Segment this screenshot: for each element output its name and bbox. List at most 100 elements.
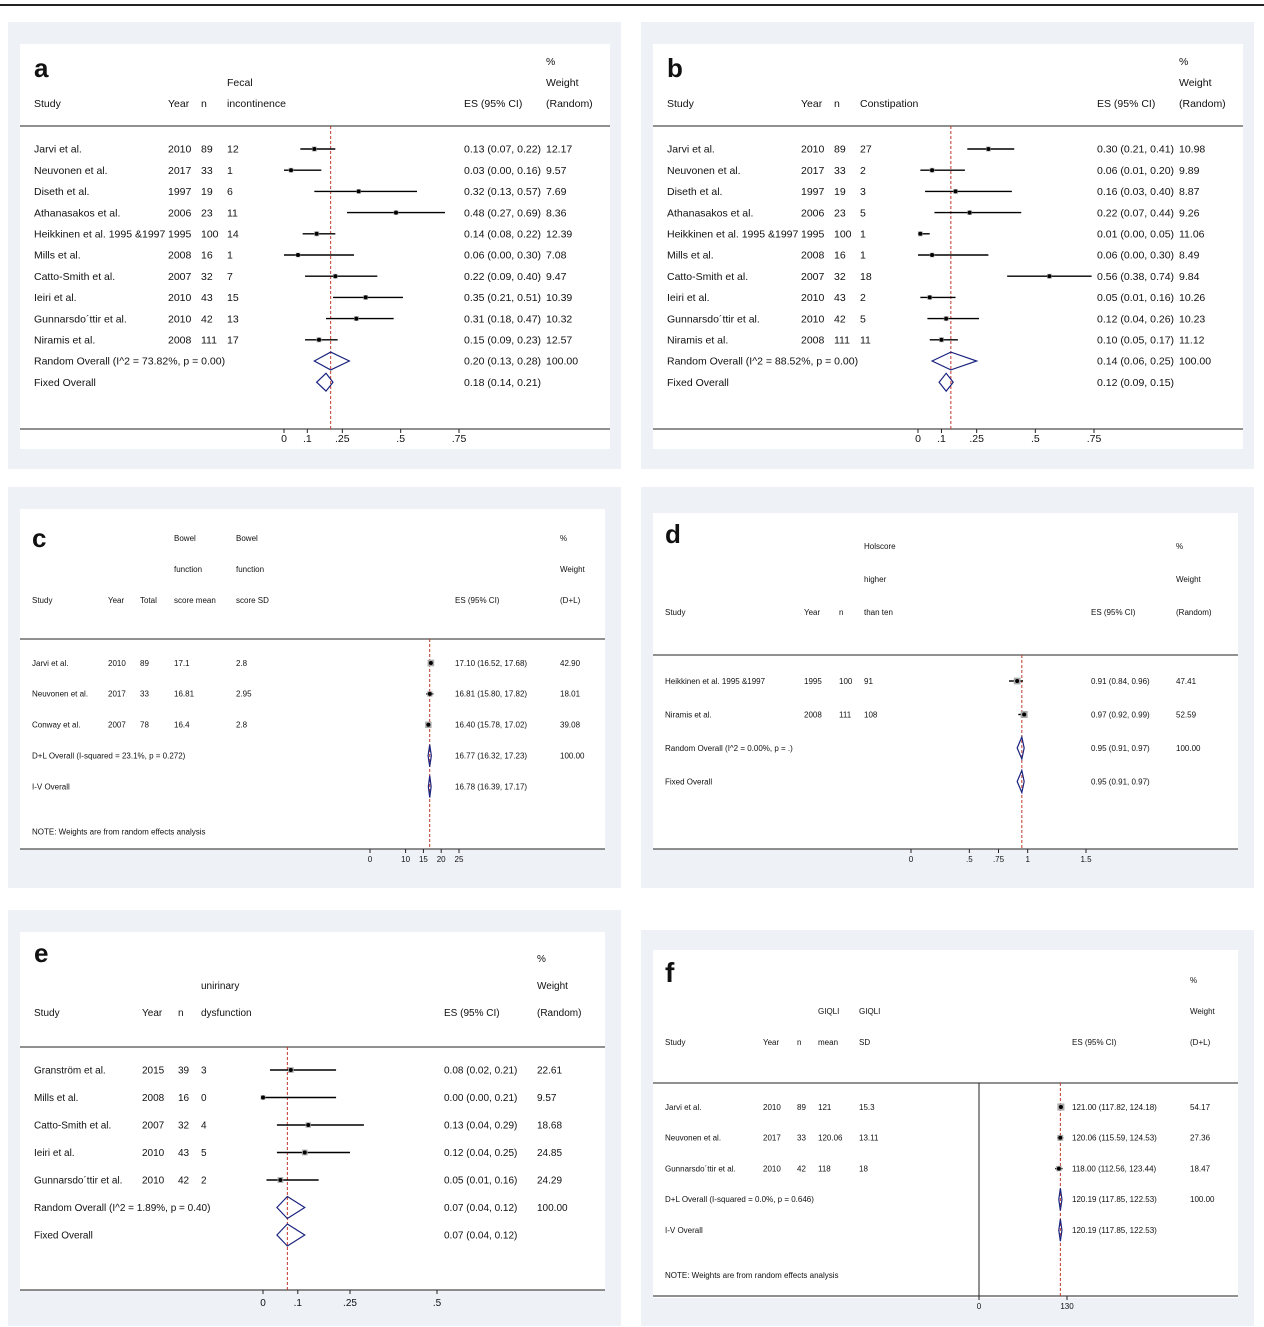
- study-weight: 11.12: [1179, 334, 1205, 346]
- axis-tick-label: 10: [401, 855, 410, 864]
- header-n: Total: [140, 596, 157, 605]
- study-es: 0.35 (0.21, 0.51): [464, 292, 541, 304]
- header-weight: Weight: [546, 77, 579, 89]
- study-year: 2008: [168, 250, 192, 262]
- study-year: 2008: [804, 710, 822, 719]
- header-measure-2: function: [236, 565, 264, 574]
- overall-es: 16.77 (16.32, 17.23): [455, 752, 527, 761]
- axis-tick-label: 0: [368, 855, 373, 864]
- study-value: 17.1: [174, 659, 190, 668]
- header-measure: function: [174, 565, 202, 574]
- study-value: 11: [227, 207, 238, 219]
- axis-tick-label: 0: [909, 855, 914, 864]
- study-n: 78: [140, 721, 149, 730]
- header-year: Year: [168, 98, 190, 110]
- study-es: 0.91 (0.84, 0.96): [1091, 677, 1150, 686]
- study-value: 5: [860, 313, 866, 325]
- study-year: 1995: [804, 677, 822, 686]
- study-year: 2010: [142, 1176, 165, 1187]
- study-es: 0.10 (0.05, 0.17): [1097, 334, 1174, 346]
- study-weight: 9.57: [537, 1093, 557, 1104]
- study-name: Ieiri et al.: [34, 292, 77, 304]
- overall-label: Fixed Overall: [665, 777, 712, 786]
- study-year: 2007: [168, 271, 192, 283]
- study-year: 2017: [763, 1134, 781, 1143]
- study-n: 42: [834, 313, 846, 325]
- header-weight: (Random): [1179, 98, 1226, 110]
- study-name: Mills et al.: [667, 250, 714, 262]
- weights-note: NOTE: Weights are from random effects an…: [32, 827, 206, 836]
- study-name: Jarvi et al.: [665, 1103, 701, 1112]
- header-year: Year: [108, 596, 125, 605]
- study-n: 42: [178, 1176, 190, 1187]
- point-estimate: [261, 1095, 265, 1100]
- study-n: 16: [178, 1093, 190, 1104]
- overall-es: 0.95 (0.91, 0.97): [1091, 744, 1150, 753]
- study-n: 89: [201, 144, 213, 156]
- study-weight: 9.84: [1179, 271, 1200, 283]
- study-name: Niramis et al.: [667, 334, 728, 346]
- study-n: 100: [201, 228, 219, 240]
- study-weight: 8.49: [1179, 250, 1200, 262]
- axis-tick-label: .25: [969, 433, 984, 445]
- study-weight: 18.01: [560, 690, 581, 699]
- axis-tick-label: .5: [1031, 433, 1040, 445]
- forest-plot-svg: b Study Year n Constipation ES (95% CI)% Weigh…: [653, 44, 1243, 449]
- study-name: Gunnarsdo´ttir et al.: [665, 1164, 736, 1173]
- header-measure: incontinence: [227, 98, 286, 110]
- study-es: 0.05 (0.01, 0.16): [444, 1176, 517, 1187]
- study-name: Neuvonen et al.: [32, 690, 88, 699]
- study-value: 1: [860, 250, 866, 262]
- study-year: 2010: [801, 144, 825, 156]
- study-year: 2017: [801, 165, 825, 177]
- header-es: ES (95% CI): [1091, 608, 1136, 617]
- study-year: 2007: [108, 721, 126, 730]
- study-name: Catto-Smith et al.: [34, 1121, 111, 1132]
- weights-note: NOTE: Weights are from random effects an…: [665, 1271, 839, 1280]
- study-weight: 9.89: [1179, 165, 1200, 177]
- study-es: 0.13 (0.07, 0.22): [464, 144, 541, 156]
- study-value: 91: [864, 677, 873, 686]
- point-estimate: [927, 295, 932, 300]
- study-n: 23: [201, 207, 213, 219]
- study-name: Jarvi et al.: [34, 144, 82, 156]
- axis-tick-label: .25: [343, 1298, 357, 1309]
- study-value: 3: [201, 1066, 207, 1077]
- study-weight: 42.90: [560, 659, 581, 668]
- study-weight: 24.85: [537, 1148, 562, 1159]
- header-year: Year: [763, 1038, 780, 1047]
- header-measure: dysfunction: [201, 1008, 252, 1019]
- plot-area: [653, 950, 1238, 1298]
- panel-f-giqli: f Study Year n GIQLI mean GIQLI SD ES (95% CI)% W…: [641, 930, 1254, 1326]
- study-value-2: 2.8: [236, 659, 248, 668]
- forest-plot-svg: c Study Year Total Bowel function score mean Bo…: [20, 509, 605, 864]
- point-estimate: [1015, 679, 1020, 683]
- study-es: 0.06 (0.00, 0.30): [464, 250, 541, 262]
- panel-letter: b: [667, 53, 683, 83]
- study-weight: 9.57: [546, 165, 567, 177]
- header-n: n: [178, 1008, 184, 1019]
- point-estimate: [953, 189, 958, 194]
- axis-tick-label: 0: [915, 433, 921, 445]
- study-n: 33: [834, 165, 846, 177]
- point-estimate: [302, 1150, 307, 1155]
- axis-tick-label: .75: [993, 855, 1005, 864]
- point-estimate: [1056, 1166, 1061, 1171]
- point-estimate: [312, 147, 317, 151]
- point-estimate: [930, 168, 935, 173]
- point-estimate: [306, 1123, 311, 1127]
- study-n: 42: [797, 1164, 806, 1173]
- study-weight: 8.36: [546, 207, 567, 219]
- study-year: 2008: [801, 334, 825, 346]
- header-measure: Constipation: [860, 98, 919, 110]
- study-value-2: 15.3: [859, 1103, 875, 1112]
- header-measure: higher: [864, 575, 887, 584]
- header-weight: (Random): [537, 1008, 581, 1019]
- header-weight: %: [560, 534, 567, 543]
- study-weight: 10.23: [1179, 313, 1205, 325]
- point-estimate: [394, 210, 398, 215]
- study-n: 89: [797, 1103, 806, 1112]
- axis-tick-label: 0: [281, 433, 287, 445]
- header-measure-2: GIQLI: [859, 1007, 880, 1016]
- header-es: ES (95% CI): [464, 98, 522, 110]
